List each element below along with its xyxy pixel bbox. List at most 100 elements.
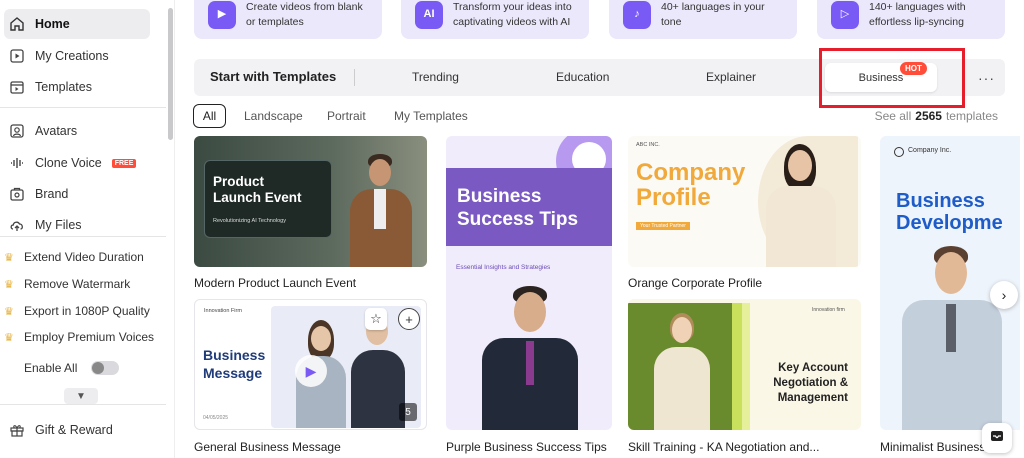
card-brand: ABC INC. <box>636 142 660 148</box>
sidebar-divider <box>0 107 166 108</box>
create-video-icon: ▶ <box>208 0 236 29</box>
template-card[interactable]: Business Success Tips Essential Insights… <box>446 136 612 430</box>
sidebar-item-home[interactable]: Home <box>4 9 150 39</box>
collapse-button[interactable]: ▼ <box>64 388 98 404</box>
card-brand: Innovation firm <box>812 307 845 313</box>
card-date: 04/05/2025 <box>203 415 229 421</box>
brand-logo-icon <box>894 147 904 157</box>
card-title: Business Developme <box>896 190 1003 234</box>
feature-card-lipsync[interactable]: ▷ 140+ languages with effortless lip-syn… <box>817 0 1005 39</box>
crown-icon: ♛ <box>4 251 14 264</box>
pro-feature-item[interactable]: ♛ Export in 1080P Quality <box>4 300 150 322</box>
sidebar-item-label: My Creations <box>35 49 109 63</box>
card-label[interactable]: Modern Product Launch Event <box>194 276 356 290</box>
card-subtitle: Essential Insights and Strategies <box>456 264 551 271</box>
sidebar-item-label: Clone Voice <box>35 156 102 170</box>
sidebar-item-avatars[interactable]: Avatars <box>4 116 150 146</box>
sidebar-divider <box>0 236 166 237</box>
scene-count: 5 <box>399 403 417 421</box>
card-brand: Innovation Firm <box>204 308 242 314</box>
tab-trending[interactable]: Trending <box>412 70 459 84</box>
play-button[interactable]: ▶ <box>295 355 327 387</box>
crown-icon: ♛ <box>4 305 14 318</box>
sidebar-item-label: Templates <box>35 80 92 94</box>
voice-wave-icon <box>8 155 25 172</box>
sidebar-item-gift-reward[interactable]: Gift & Reward <box>4 415 150 445</box>
see-all-prefix: See all <box>874 109 912 123</box>
card-subtitle: Revolutionizing AI Technology <box>213 218 286 224</box>
star-icon: ☆ <box>370 311 382 326</box>
see-all-link[interactable]: See all 2565 templates <box>875 109 998 123</box>
sidebar-item-my-creations[interactable]: My Creations <box>4 41 150 71</box>
pro-feature-item[interactable]: ♛ Remove Watermark <box>4 273 130 295</box>
pro-feature-label: Export in 1080P Quality <box>24 304 150 318</box>
sidebar-item-templates[interactable]: Templates <box>4 72 150 102</box>
card-title: Company Profile <box>636 159 746 212</box>
see-all-suffix: templates <box>945 109 998 123</box>
play-square-icon <box>8 48 25 65</box>
decor-stripe <box>732 303 742 430</box>
sidebar-item-label: Gift & Reward <box>35 423 113 437</box>
filter-all[interactable]: All <box>193 104 226 128</box>
carousel-next-button[interactable]: › <box>990 281 1018 309</box>
sidebar-scrollbar[interactable] <box>168 8 173 140</box>
template-card[interactable]: ABC INC. Company Profile Your Trusted Pa… <box>628 136 861 267</box>
feature-card-text: 140+ languages with effortless lip-synci… <box>869 1 966 28</box>
filter-my-templates[interactable]: My Templates <box>394 109 468 123</box>
feature-card-voice[interactable]: ♪ 40+ languages in your tone <box>609 0 797 39</box>
pro-feature-item[interactable]: ♛ Extend Video Duration <box>4 246 144 268</box>
brand-icon <box>8 186 25 203</box>
play-icon: ▶ <box>305 362 317 379</box>
free-badge: FREE <box>111 158 137 168</box>
card-label[interactable]: Minimalist Business... <box>880 440 995 454</box>
pro-feature-label: Extend Video Duration <box>24 250 144 264</box>
enable-all-toggle[interactable] <box>91 361 120 375</box>
support-chat-button[interactable] <box>982 423 1012 453</box>
divider <box>354 69 355 86</box>
card-label[interactable]: Skill Training - KA Negotiation and... <box>628 440 819 454</box>
sidebar-item-brand[interactable]: Brand <box>4 179 150 209</box>
card-title: Key Account Negotiation & Management <box>773 362 848 404</box>
sidebar: Home My Creations Templates Avatars Clon… <box>0 0 175 458</box>
filter-landscape[interactable]: Landscape <box>244 109 303 123</box>
add-button[interactable]: + <box>398 308 420 330</box>
plus-icon: + <box>405 311 413 327</box>
more-options-button[interactable]: ··· <box>978 70 995 86</box>
avatar-icon <box>8 123 25 140</box>
template-card[interactable]: Product Launch Event Revolutionizing AI … <box>194 136 427 267</box>
feature-card-ai[interactable]: AI Transform your ideas into captivating… <box>401 0 589 39</box>
highlight-box <box>819 48 965 108</box>
card-label[interactable]: Orange Corporate Profile <box>628 276 762 290</box>
favorite-button[interactable]: ☆ <box>365 308 387 330</box>
template-card[interactable]: Innovation Firm Business Message 04/05/2… <box>194 299 427 430</box>
feature-card-text: 40+ languages in your tone <box>661 1 765 28</box>
tab-education[interactable]: Education <box>556 70 609 84</box>
sidebar-item-label: Avatars <box>35 124 78 138</box>
card-label[interactable]: General Business Message <box>194 440 341 454</box>
crown-icon: ♛ <box>4 331 14 344</box>
pro-feature-item[interactable]: ♛ Employ Premium Voices <box>4 326 154 348</box>
card-tagline: Your Trusted Partner <box>636 222 690 230</box>
feature-card-text: Create videos from blank or templates <box>246 1 363 28</box>
inbox-icon <box>989 428 1005 449</box>
card-label[interactable]: Purple Business Success Tips <box>446 440 607 454</box>
templates-icon <box>8 79 25 96</box>
filter-portrait[interactable]: Portrait <box>327 109 366 123</box>
template-count: 2565 <box>915 109 942 123</box>
ai-icon: AI <box>415 0 443 29</box>
crown-icon: ♛ <box>4 278 14 291</box>
microphone-icon: ♪ <box>623 0 651 29</box>
enable-all-label: Enable All <box>24 361 78 375</box>
pro-feature-label: Employ Premium Voices <box>24 330 155 344</box>
template-card[interactable]: Innovation firm Key Account Negotiation … <box>628 299 861 430</box>
sidebar-item-clone-voice[interactable]: Clone Voice FREE <box>4 148 150 178</box>
card-title: Product Launch Event <box>213 174 302 205</box>
chevron-right-icon: › <box>1001 287 1007 303</box>
gift-icon <box>8 422 25 439</box>
translate-video-icon: ▷ <box>831 0 859 29</box>
tab-explainer[interactable]: Explainer <box>706 70 756 84</box>
card-title: Business Message <box>203 347 266 382</box>
sidebar-divider <box>0 404 166 405</box>
feature-card-blank[interactable]: ▶ Create videos from blank or templates <box>194 0 382 39</box>
templates-title: Start with Templates <box>210 69 337 84</box>
